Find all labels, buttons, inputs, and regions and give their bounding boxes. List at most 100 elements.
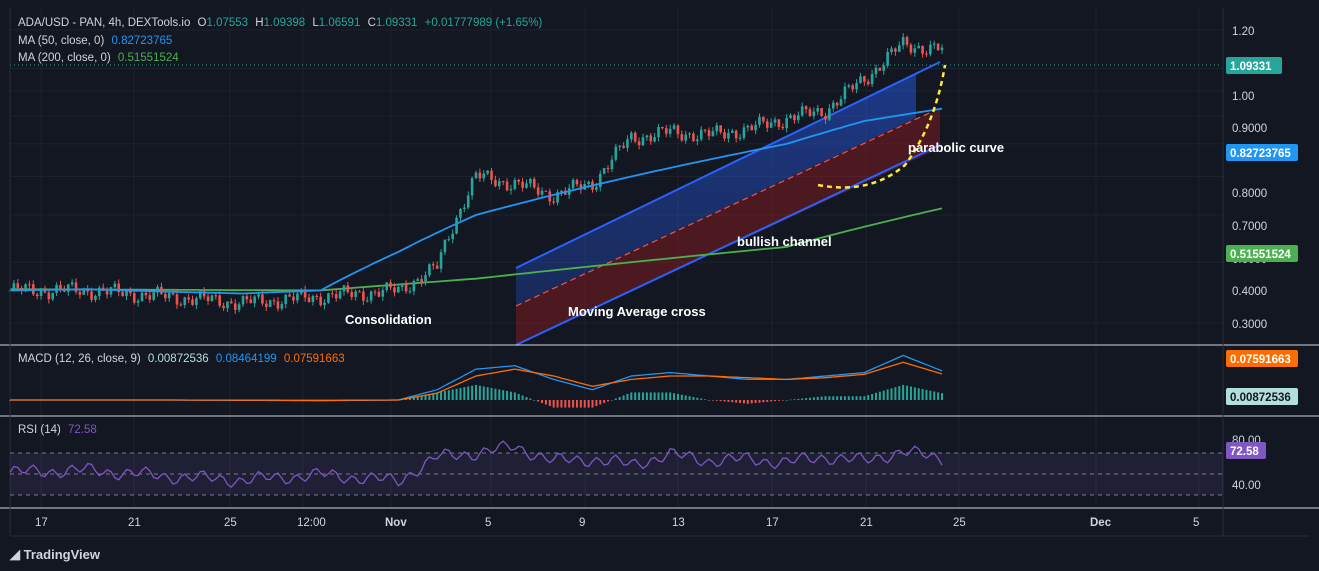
macd-hist-bar — [824, 396, 827, 400]
candle-body — [331, 293, 334, 295]
macd-hist-bar — [801, 398, 804, 400]
candle-body — [793, 115, 796, 121]
candle-body — [765, 121, 769, 128]
macd-hist-bar — [913, 387, 916, 400]
time-tick: 17 — [35, 517, 48, 529]
candle-body — [808, 109, 812, 116]
macd-hist-bar — [785, 400, 788, 401]
candle-body — [253, 296, 256, 304]
candle-body — [428, 264, 431, 276]
candle-body — [288, 294, 291, 297]
tradingview-logo[interactable]: ◢ TradingView — [10, 546, 100, 563]
candle-body — [78, 291, 82, 295]
macd-hist-bar — [715, 400, 718, 401]
macd-hist-bar — [587, 400, 590, 408]
candle-body — [362, 291, 365, 301]
candle-body — [641, 137, 645, 146]
macd-hist-bar — [486, 387, 489, 400]
candle-body — [901, 37, 905, 46]
macd-hist-bar — [603, 400, 606, 404]
macd-hist-bar — [762, 400, 765, 403]
candle-body — [606, 168, 610, 170]
candle-body — [746, 125, 750, 128]
macd-hist-bar — [560, 400, 563, 408]
candle-body — [148, 295, 152, 300]
time-tick: 17 — [766, 517, 779, 529]
candle-body — [431, 264, 435, 266]
candle-body — [831, 102, 835, 109]
time-tick: 9 — [579, 517, 585, 529]
time-tick: 21 — [128, 517, 141, 529]
candle-body — [734, 130, 738, 139]
macd-hist-bar — [676, 393, 679, 400]
candle-body — [517, 179, 521, 182]
macd-hist-bar — [498, 389, 501, 400]
macd-hist-bar — [673, 393, 676, 400]
candle-body — [35, 294, 39, 297]
candle-body — [835, 102, 839, 106]
candle-body — [412, 281, 416, 292]
candle-body — [672, 125, 676, 129]
macd-hist-bar — [766, 400, 769, 402]
candle-body — [400, 283, 404, 287]
candle-body — [571, 179, 575, 189]
candle-body — [268, 300, 272, 307]
macd-hist-bar — [692, 396, 695, 400]
candle-body — [804, 106, 808, 110]
macd-hist-bar — [579, 400, 582, 408]
candle-body — [171, 292, 175, 295]
macd-hist-bar — [657, 392, 660, 400]
candle-body — [501, 180, 505, 182]
macd-hist-bar — [440, 391, 443, 400]
candle-body — [897, 45, 901, 52]
candle-body — [214, 295, 218, 297]
macd-hist-bar — [506, 390, 509, 400]
macd-hist-bar — [789, 399, 792, 401]
candle-body — [327, 293, 330, 303]
time-tick: 21 — [860, 517, 873, 529]
candle-body — [451, 233, 454, 240]
price-tick: 1.00 — [1232, 91, 1254, 103]
candle-body — [595, 187, 598, 190]
macd-hist-bar — [529, 398, 532, 400]
candle-body — [105, 290, 109, 295]
macd-hist-bar — [847, 396, 850, 400]
candle-body — [51, 293, 55, 300]
macd-hist-value: 0.00872536 — [147, 353, 209, 365]
candle-body — [882, 65, 886, 71]
candle-body — [851, 85, 854, 90]
ma50-badge-text: 0.82723765 — [1230, 148, 1291, 160]
macd-hist-bar — [451, 389, 454, 400]
macd-hist-bar — [599, 400, 602, 405]
macd-hist-bar — [941, 393, 943, 400]
candle-body — [280, 304, 284, 309]
candle-body — [439, 252, 443, 269]
tradingview-icon: ◢ — [10, 546, 20, 562]
candle-body — [633, 132, 637, 142]
candle-body — [727, 133, 730, 139]
candle-body — [455, 217, 458, 234]
candle-body — [653, 137, 656, 142]
macd-hist-bar — [793, 399, 796, 400]
candle-body — [575, 179, 579, 185]
candle-body — [878, 67, 882, 71]
candle-body — [241, 296, 245, 305]
macd-hist-bar — [758, 400, 761, 403]
macd-hist-bar — [533, 400, 536, 401]
candle-body — [113, 283, 117, 288]
macd-hist-bar — [902, 384, 905, 400]
candle-body — [610, 159, 614, 170]
rsi-label: RSI (14) — [18, 424, 61, 436]
candle-body — [505, 181, 509, 191]
macd-hist-bar — [669, 392, 672, 400]
candle-body — [699, 129, 703, 140]
candle-body — [637, 141, 641, 146]
candle-body — [513, 179, 517, 189]
candle-body — [630, 132, 633, 140]
chart-canvas[interactable]: Consolidation Moving Average cross bulli… — [0, 0, 1319, 571]
macd-hist-bar — [680, 394, 683, 400]
macd-hist-bar — [886, 389, 889, 400]
candle-body — [618, 145, 621, 147]
macd-hist-bar — [859, 396, 862, 400]
candle-body — [463, 207, 466, 210]
